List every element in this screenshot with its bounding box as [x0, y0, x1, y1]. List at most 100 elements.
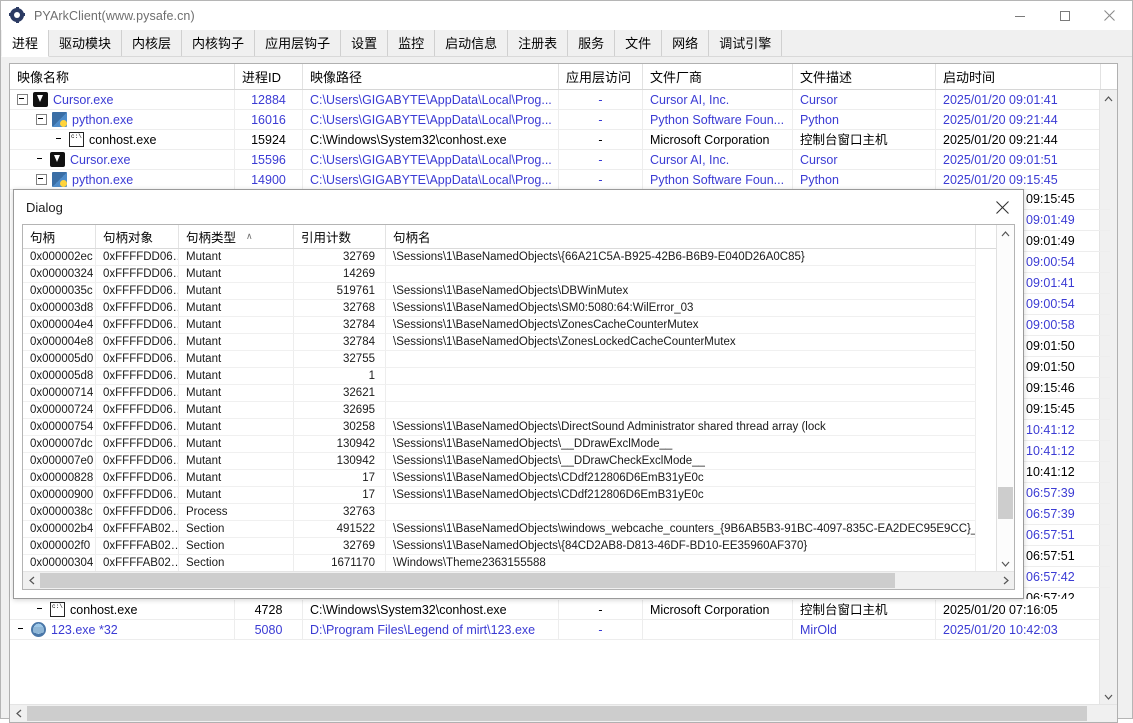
process-row[interactable]: conhost.exe15924C:\Windows\System32\conh… [10, 130, 1117, 150]
handle-col-header-2[interactable]: 句柄类型∧ [179, 225, 294, 248]
handle-row[interactable]: 0x000007540xFFFFDD06…Mutant30258\Session… [23, 419, 1014, 436]
handle-col-header-3[interactable]: 引用计数 [294, 225, 386, 248]
handle-col-header-1[interactable]: 句柄对象 [96, 225, 179, 248]
column-label: 应用层访问 [566, 67, 631, 86]
handle-object-cell: 0xFFFFAB02… [96, 538, 179, 555]
user-access-cell: - [559, 170, 643, 190]
tab-5[interactable]: 设置 [341, 30, 388, 56]
handle-object-cell: 0xFFFFDD06… [96, 368, 179, 385]
user-access-cell: - [559, 90, 643, 110]
handle-name-cell: \Sessions\1\BaseNamedObjects\__DDrawChec… [386, 453, 976, 470]
main-tab-bar[interactable]: 进程驱动模块内核层内核钩子应用层钩子设置监控启动信息注册表服务文件网络调试引擎 [1, 30, 1132, 57]
process-row[interactable]: Cursor.exe12884C:\Users\GIGABYTE\AppData… [10, 90, 1117, 110]
dialog-hscroll-thumb[interactable] [40, 573, 895, 588]
tab-12[interactable]: 调试引擎 [709, 30, 782, 56]
process-name-cell[interactable]: conhost.exe [10, 600, 235, 620]
process-col-header-0[interactable]: 映像名称 [10, 64, 235, 89]
handle-row[interactable]: 0x000008280xFFFFDD06…Mutant17\Sessions\1… [23, 470, 1014, 487]
close-button[interactable] [1087, 1, 1132, 30]
handle-cell: 0x000005d0 [23, 351, 96, 368]
handle-table-header[interactable]: 句柄句柄对象句柄类型∧引用计数句柄名 [23, 225, 1014, 249]
reference-count-cell: 30258 [294, 419, 386, 436]
maximize-button[interactable] [1042, 1, 1087, 30]
process-col-header-6[interactable]: 启动时间 [936, 64, 1101, 89]
dialog-scroll-thumb[interactable] [998, 487, 1013, 519]
tab-0[interactable]: 进程 [1, 30, 49, 57]
handle-row[interactable]: 0x000003d80xFFFFDD06…Mutant32768\Session… [23, 300, 1014, 317]
handle-row[interactable]: 0x000007dc0xFFFFDD06…Mutant130942\Sessio… [23, 436, 1014, 453]
process-name-cell[interactable]: 123.exe *32 [10, 620, 235, 640]
process-row[interactable]: python.exe14900C:\Users\GIGABYTE\AppData… [10, 170, 1117, 190]
tab-2[interactable]: 内核层 [122, 30, 182, 56]
process-table-header[interactable]: 映像名称进程ID映像路径应用层访问文件厂商文件描述启动时间 [10, 64, 1117, 90]
file-vendor-cell: Microsoft Corporation [643, 130, 793, 150]
tab-9[interactable]: 服务 [568, 30, 615, 56]
handle-table-body[interactable]: 0x000002ec0xFFFFDD06…Mutant32769\Session… [23, 249, 1014, 572]
handle-row[interactable]: 0x0000035c0xFFFFDD06…Mutant519761\Sessio… [23, 283, 1014, 300]
handle-col-header-4[interactable]: 句柄名 [386, 225, 976, 248]
process-name-cell[interactable]: python.exe [10, 110, 235, 130]
reference-count-cell: 130942 [294, 453, 386, 470]
dialog-vertical-scrollbar[interactable] [996, 225, 1014, 572]
process-name-cell[interactable]: Cursor.exe [10, 150, 235, 170]
tab-10[interactable]: 文件 [615, 30, 662, 56]
tab-4[interactable]: 应用层钩子 [255, 30, 341, 56]
handle-row[interactable]: 0x000003040xFFFFAB02…Section1671170\Wind… [23, 555, 1014, 572]
handle-row[interactable]: 0x000002ec0xFFFFDD06…Mutant32769\Session… [23, 249, 1014, 266]
handle-row[interactable]: 0x000009000xFFFFDD06…Mutant17\Sessions\1… [23, 487, 1014, 504]
handle-row[interactable]: 0x0000038c0xFFFFDD06…Process32763 [23, 504, 1014, 521]
handle-name-cell: \Sessions\1\BaseNamedObjects\DBWinMutex [386, 283, 976, 300]
process-name-cell[interactable]: conhost.exe [10, 130, 235, 150]
handle-name-cell [386, 385, 976, 402]
dialog-scroll-left-icon[interactable] [23, 572, 40, 589]
tab-8[interactable]: 注册表 [508, 30, 568, 56]
tab-6[interactable]: 监控 [388, 30, 435, 56]
handle-row[interactable]: 0x000005d00xFFFFDD06…Mutant32755 [23, 351, 1014, 368]
handle-cell: 0x000004e4 [23, 317, 96, 334]
process-row[interactable]: python.exe16016C:\Users\GIGABYTE\AppData… [10, 110, 1117, 130]
handle-row[interactable]: 0x000007140xFFFFDD06…Mutant32621 [23, 385, 1014, 402]
process-name-cell[interactable]: Cursor.exe [10, 90, 235, 110]
process-col-header-4[interactable]: 文件厂商 [643, 64, 793, 89]
handle-row[interactable]: 0x000005d80xFFFFDD06…Mutant1 [23, 368, 1014, 385]
process-name-cell[interactable]: python.exe [10, 170, 235, 190]
tab-11[interactable]: 网络 [662, 30, 709, 56]
handle-row[interactable]: 0x000002b40xFFFFAB02…Section491522\Sessi… [23, 521, 1014, 538]
scroll-down-icon[interactable] [1100, 688, 1117, 705]
handle-cell: 0x00000714 [23, 385, 96, 402]
dialog-horizontal-scrollbar[interactable] [23, 571, 1014, 589]
collapse-toggle-icon[interactable] [36, 174, 47, 185]
file-description-cell: Python [793, 110, 936, 130]
handle-type-cell: Mutant [179, 351, 294, 368]
process-row[interactable]: Cursor.exe15596C:\Users\GIGABYTE\AppData… [10, 150, 1117, 170]
handle-row[interactable]: 0x000003240xFFFFDD06…Mutant14269 [23, 266, 1014, 283]
tab-3[interactable]: 内核钩子 [182, 30, 255, 56]
handle-row[interactable]: 0x000002f00xFFFFAB02…Section32769\Sessio… [23, 538, 1014, 555]
tab-7[interactable]: 启动信息 [435, 30, 508, 56]
dialog-scroll-up-icon[interactable] [997, 225, 1014, 242]
process-row[interactable]: conhost.exe4728C:\Windows\System32\conho… [10, 600, 1117, 620]
handle-col-header-0[interactable]: 句柄 [23, 225, 96, 248]
process-col-header-3[interactable]: 应用层访问 [559, 64, 643, 89]
process-col-header-5[interactable]: 文件描述 [793, 64, 936, 89]
dialog-close-button[interactable] [981, 190, 1023, 224]
process-list-horizontal-scrollbar[interactable] [10, 704, 1117, 722]
collapse-toggle-icon[interactable] [17, 94, 28, 105]
user-access-cell: - [559, 150, 643, 170]
dialog-scroll-down-icon[interactable] [997, 555, 1014, 572]
collapse-toggle-icon[interactable] [36, 114, 47, 125]
scroll-up-icon[interactable] [1100, 90, 1117, 107]
process-col-header-2[interactable]: 映像路径 [303, 64, 559, 89]
dialog-scroll-right-icon[interactable] [997, 572, 1014, 589]
process-col-header-1[interactable]: 进程ID [235, 64, 303, 89]
user-access-cell: - [559, 620, 643, 640]
handle-row[interactable]: 0x000004e80xFFFFDD06…Mutant32784\Session… [23, 334, 1014, 351]
scroll-left-icon[interactable] [10, 705, 27, 722]
handle-row[interactable]: 0x000007240xFFFFDD06…Mutant32695 [23, 402, 1014, 419]
start-time-cell: 06:57:42 [1024, 588, 1110, 599]
handle-row[interactable]: 0x000007e00xFFFFDD06…Mutant130942\Sessio… [23, 453, 1014, 470]
process-row[interactable]: 123.exe *325080D:\Program Files\Legend o… [10, 620, 1117, 640]
tab-1[interactable]: 驱动模块 [49, 30, 122, 56]
handle-row[interactable]: 0x000004e40xFFFFDD06…Mutant32784\Session… [23, 317, 1014, 334]
minimize-button[interactable] [997, 1, 1042, 30]
